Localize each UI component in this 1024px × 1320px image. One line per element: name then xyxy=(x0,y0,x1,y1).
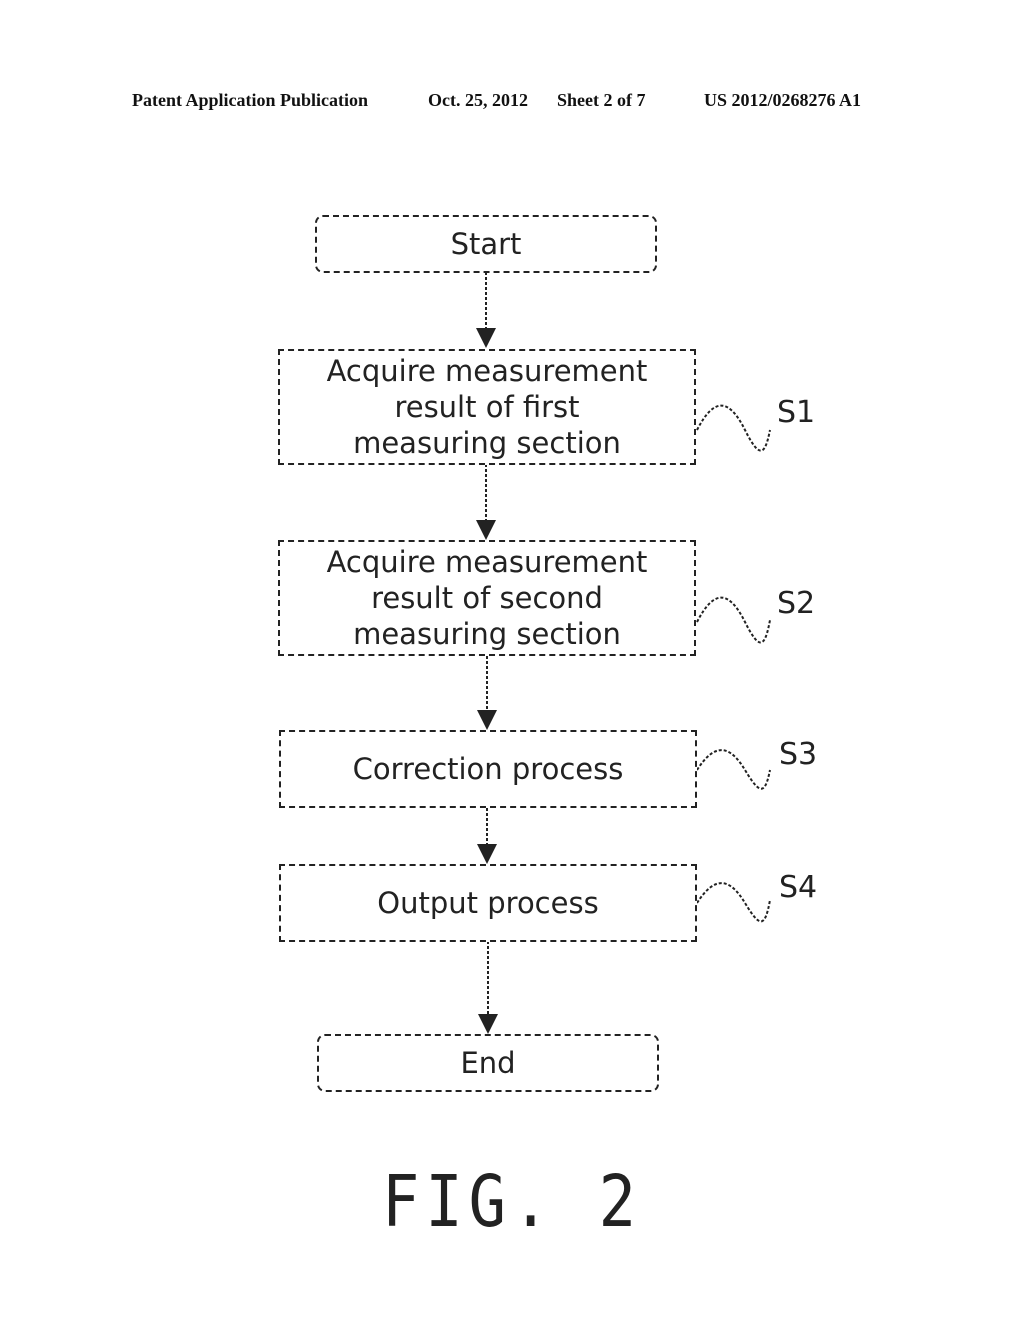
step-s3-box: Correction process xyxy=(279,730,697,808)
start-terminal: Start xyxy=(315,215,657,273)
step-s2-box: Acquire measurement result of second mea… xyxy=(278,540,696,656)
publication-type: Patent Application Publication xyxy=(132,90,369,110)
figure-caption: FIG. 2 xyxy=(382,1159,642,1244)
step-s1-label: S1 xyxy=(777,395,816,430)
step-s2-line: measuring section xyxy=(353,617,621,651)
step-s1-box: Acquire measurement result of first meas… xyxy=(278,349,696,465)
page-header: Patent Application Publication Oct. 25, … xyxy=(0,88,1024,116)
leader-s4 xyxy=(696,882,771,923)
sheet-number: Sheet 2 of 7 xyxy=(557,90,646,110)
step-s1-line: Acquire measurement xyxy=(326,354,648,388)
end-terminal: End xyxy=(317,1034,659,1092)
step-s3-label: S3 xyxy=(779,737,818,772)
leader-s2 xyxy=(696,596,771,644)
flowchart-connectors xyxy=(476,272,771,1034)
end-label: End xyxy=(460,1046,516,1080)
step-s3-text: Correction process xyxy=(352,752,624,786)
leader-s1 xyxy=(696,404,771,452)
start-label: Start xyxy=(450,227,522,261)
arrowhead-icon xyxy=(476,520,496,540)
step-s1-line: result of first xyxy=(394,390,580,424)
arrowhead-icon xyxy=(477,844,497,864)
step-s4-box: Output process xyxy=(279,864,697,942)
publication-date: Oct. 25, 2012 xyxy=(428,90,528,110)
step-s2-line: result of second xyxy=(371,581,603,615)
step-s2-line: Acquire measurement xyxy=(326,545,648,579)
leader-s3 xyxy=(696,749,771,790)
arrowhead-icon xyxy=(476,328,496,348)
arrowhead-icon xyxy=(478,1014,498,1034)
step-s2-label: S2 xyxy=(777,586,816,621)
publication-number: US 2012/0268276 A1 xyxy=(704,90,862,110)
arrowhead-icon xyxy=(477,710,497,730)
step-s4-label: S4 xyxy=(779,870,818,905)
step-s1-line: measuring section xyxy=(353,426,621,460)
step-s4-text: Output process xyxy=(377,886,599,920)
